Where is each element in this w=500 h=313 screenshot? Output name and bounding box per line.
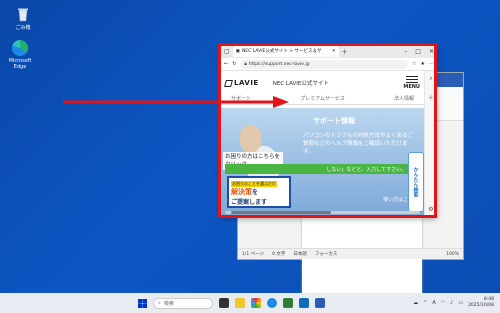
tab-title: NEC LAVIE公式サイト > サービス＆サ bbox=[241, 49, 322, 54]
taskbar-search[interactable]: ⌕ 検索 bbox=[153, 297, 213, 309]
recycle-bin-icon[interactable]: ごみ箱 bbox=[6, 6, 40, 31]
favorites-icon[interactable]: ★ bbox=[421, 61, 425, 67]
photos-icon[interactable] bbox=[251, 298, 261, 308]
edge-shortcut[interactable]: Microsoft Edge bbox=[3, 40, 37, 70]
tab-close-icon[interactable]: ✕ bbox=[332, 49, 336, 54]
banner-suffix: を bbox=[252, 189, 259, 196]
site-favicon: ▣ bbox=[235, 48, 240, 54]
site-header: LAVIE NEC LAVIE公式サイト MENU bbox=[221, 71, 424, 95]
sidebar-settings-icon[interactable]: ⚙ bbox=[428, 206, 433, 213]
battery-icon[interactable]: ▭ bbox=[458, 300, 463, 306]
hero-section: サポート情報 パソコンのトラブルの対処方法やよくあるご質問などのヘルプ情報をご確… bbox=[221, 108, 424, 217]
status-zoom[interactable]: 100% bbox=[446, 252, 459, 257]
new-tab-icon[interactable]: ＋ bbox=[342, 47, 348, 56]
wifi-icon[interactable]: ◠ bbox=[441, 300, 445, 306]
taskbar: ⌕ 検索 ☁ ⌃ A ◠ ♪ ▭ 8:48 2025/10/08 bbox=[0, 293, 500, 313]
back-icon[interactable]: ← bbox=[224, 61, 228, 67]
cloud-icon[interactable]: ☁ bbox=[413, 300, 418, 306]
search-icon: ⌕ bbox=[158, 300, 161, 306]
word-statusbar: 1/1 ページ 0 文字 日本語 フォーカス 100% bbox=[238, 248, 463, 259]
status-lang: 日本語 bbox=[293, 252, 307, 257]
search-hint-bar[interactable]: しない」などと、入力して下さい。 bbox=[225, 164, 418, 174]
sidebar-search-icon[interactable]: ⌕ bbox=[429, 75, 432, 83]
horizontal-scrollbar[interactable] bbox=[225, 211, 420, 214]
lock-icon: 🔒︎ bbox=[244, 62, 247, 67]
task-view-icon[interactable] bbox=[219, 298, 229, 308]
status-chars: 0 文字 bbox=[272, 252, 286, 257]
refresh-icon[interactable]: ↻ bbox=[232, 61, 236, 67]
easy-search-tab[interactable]: かんたん検索 bbox=[408, 152, 424, 212]
active-tab[interactable]: ▣ NEC LAVIE公式サイト > サービス＆サ ✕ bbox=[232, 45, 339, 57]
nav-item-corporate[interactable]: 法人情報 bbox=[394, 95, 414, 104]
trash-icon bbox=[15, 6, 31, 22]
store-icon[interactable] bbox=[283, 298, 293, 308]
chevron-up-icon[interactable]: ⌃ bbox=[423, 300, 427, 306]
url-text: https://support.nec-lavie.jp bbox=[248, 61, 310, 67]
volume-icon[interactable]: ♪ bbox=[450, 300, 453, 306]
banner-line2: 解決策 bbox=[231, 188, 252, 196]
word-taskbar-icon[interactable] bbox=[315, 298, 325, 308]
minimize-icon[interactable]: – bbox=[404, 48, 407, 55]
more-icon[interactable]: ⋯ bbox=[429, 61, 434, 67]
edge-label: Microsoft Edge bbox=[8, 58, 32, 70]
pointer-arrow bbox=[63, 96, 289, 108]
status-page: 1/1 ページ bbox=[242, 252, 265, 257]
outlook-icon[interactable] bbox=[299, 298, 309, 308]
clock[interactable]: 8:48 2025/10/08 bbox=[468, 297, 494, 309]
explorer-icon[interactable] bbox=[235, 298, 245, 308]
close-icon[interactable]: ✕ bbox=[429, 48, 434, 55]
menu-label: MENU bbox=[403, 84, 420, 90]
status-focus[interactable]: フォーカス bbox=[315, 251, 338, 257]
site-name: NEC LAVIE公式サイト bbox=[272, 81, 329, 87]
edge-sidebar: ⌕ ＋ ⚙ bbox=[424, 71, 437, 217]
url-field[interactable]: 🔒︎ https://support.nec-lavie.jp bbox=[240, 59, 409, 69]
lavie-logo[interactable]: LAVIE bbox=[224, 79, 259, 87]
menu-button[interactable]: MENU bbox=[403, 76, 420, 90]
tab-actions-icon[interactable]: ▢ bbox=[224, 48, 230, 55]
edge-window[interactable]: ▢ ▣ NEC LAVIE公式サイト > サービス＆サ ✕ ＋ – □ ✕ ← … bbox=[221, 44, 437, 217]
edge-taskbar-icon[interactable] bbox=[267, 298, 277, 308]
address-bar: ← ↻ 🔒︎ https://support.nec-lavie.jp ☆ ★ … bbox=[221, 58, 437, 71]
page-content[interactable]: LAVIE NEC LAVIE公式サイト MENU サポート プレミアムサービス… bbox=[221, 71, 424, 217]
solution-banner[interactable]: お困りのことを選ぶだけ 解決策を ご提案します bbox=[227, 176, 291, 208]
maximize-icon[interactable]: □ bbox=[415, 48, 421, 55]
banner-line3: ご提案します bbox=[231, 199, 268, 206]
sidebar-add-icon[interactable]: ＋ bbox=[428, 93, 434, 102]
nav-item-premium[interactable]: プレミアムサービス bbox=[300, 95, 345, 104]
hero-title: サポート情報 bbox=[313, 117, 355, 125]
ime-indicator[interactable]: A bbox=[432, 300, 435, 306]
tab-bar: ▢ ▣ NEC LAVIE公式サイト > サービス＆サ ✕ ＋ – □ ✕ bbox=[221, 44, 437, 58]
clock-date: 2025/10/08 bbox=[468, 303, 494, 308]
star-icon[interactable]: ☆ bbox=[412, 61, 416, 67]
hamburger-icon bbox=[405, 76, 418, 83]
windows-start-icon[interactable] bbox=[138, 298, 147, 308]
hero-body: パソコンのトラブルの対処方法やよくあるご質問などのヘルプ情報をご確認いただけます… bbox=[303, 133, 414, 155]
recycle-bin-label: ごみ箱 bbox=[15, 25, 31, 31]
search-placeholder: 検索 bbox=[163, 300, 174, 307]
edge-icon bbox=[12, 40, 28, 56]
